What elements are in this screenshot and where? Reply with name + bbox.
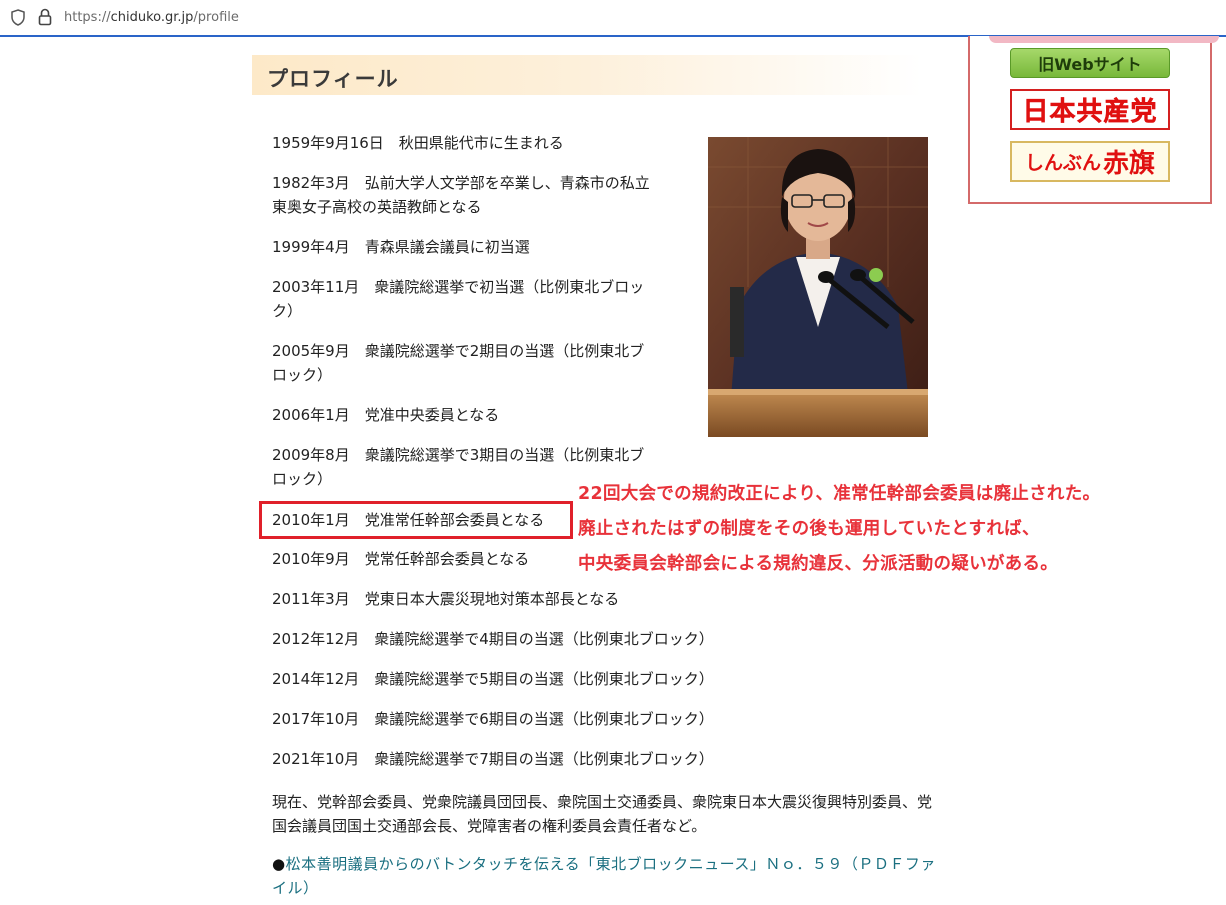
url-host: chiduko.gr.jp bbox=[110, 10, 194, 25]
akahata-banner-link[interactable]: しんぶん 赤旗 bbox=[1010, 141, 1170, 182]
timeline-line: 2009年8月 衆議院総選挙で3期目の当選（比例東北ブ bbox=[272, 446, 645, 464]
sidebar-tab[interactable] bbox=[989, 36, 1219, 43]
timeline-line: 2017年10月 衆議院総選挙で6期目の当選（比例東北ブロック） bbox=[272, 710, 714, 728]
browser-url-bar[interactable]: https://chiduko.gr.jp/profile bbox=[0, 0, 1226, 37]
timeline-line: 2014年12月 衆議院総選挙で5期目の当選（比例東北ブロック） bbox=[272, 670, 714, 688]
annotation-line: 中央委員会幹部会による規約違反、分派活動の疑いがある。 bbox=[578, 554, 1059, 574]
timeline-line: 1982年3月 弘前大学人文学部を卒業し、青森市の私立 bbox=[272, 174, 650, 192]
jcp-banner-link[interactable]: 日本共産党 bbox=[1010, 89, 1170, 130]
timeline-line: ク） bbox=[272, 302, 303, 320]
bullet-icon: ● bbox=[272, 855, 286, 873]
current-positions: 現在、党幹部会委員、党衆院議員団団長、衆院国土交通委員、衆院東日本大震災復興特別… bbox=[272, 793, 933, 835]
timeline-line: ロック） bbox=[272, 366, 333, 384]
timeline-line: ロック） bbox=[272, 470, 333, 488]
old-website-label: 旧Webサイト bbox=[1038, 55, 1142, 74]
timeline-line: 1959年9月16日 秋田県能代市に生まれる bbox=[272, 134, 564, 152]
timeline-line: 2012年12月 衆議院総選挙で4期目の当選（比例東北ブロック） bbox=[272, 630, 714, 648]
url-text[interactable]: https://chiduko.gr.jp/profile bbox=[64, 10, 239, 25]
akahata-large-label: 赤旗 bbox=[1103, 149, 1156, 179]
shield-icon[interactable] bbox=[11, 9, 25, 26]
timeline-line: 東奥女子高校の英語教師となる bbox=[272, 198, 482, 216]
annotation-line: 廃止されたはずの制度をその後も運用していたとすれば、 bbox=[578, 519, 1040, 539]
timeline-line: 2010年9月 党常任幹部会委員となる bbox=[272, 550, 530, 568]
portrait-photo bbox=[708, 137, 928, 437]
timeline-line: 1999年4月 青森県議会議員に初当選 bbox=[272, 238, 530, 256]
jcp-banner-label: 日本共産党 bbox=[1022, 97, 1158, 128]
timeline-line: 2005年9月 衆議院総選挙で2期目の当選（比例東北ブ bbox=[272, 342, 645, 360]
lock-icon[interactable] bbox=[38, 8, 52, 26]
pdf-news-link[interactable]: ●松本善明議員からのバトンタッチを伝える「東北ブロックニュース」Ｎｏ．５９（ＰＤ… bbox=[272, 852, 937, 900]
timeline-line: 2006年1月 党准中央委員となる bbox=[272, 406, 500, 424]
timeline-line: 2011年3月 党東日本大震災現地対策本部長となる bbox=[272, 590, 620, 608]
annotation-line: 22回大会での規約改正により、准常任幹部会委員は廃止された。 bbox=[578, 484, 1101, 504]
pdf-news-link-text[interactable]: 松本善明議員からのバトンタッチを伝える「東北ブロックニュース」Ｎｏ．５９（ＰＤＦ… bbox=[272, 855, 936, 897]
page-title: プロフィール bbox=[267, 67, 399, 91]
old-website-button[interactable]: 旧Webサイト bbox=[1010, 48, 1170, 78]
url-path: /profile bbox=[193, 10, 239, 25]
timeline-line: 2003年11月 衆議院総選挙で初当選（比例東北ブロッ bbox=[272, 278, 645, 296]
highlight-box bbox=[259, 501, 573, 539]
akahata-small-label: しんぶん bbox=[1024, 152, 1101, 174]
timeline-line: 2021年10月 衆議院総選挙で7期目の当選（比例東北ブロック） bbox=[272, 750, 714, 768]
url-prefix: https:// bbox=[64, 10, 111, 25]
section-header: プロフィール bbox=[252, 55, 922, 95]
